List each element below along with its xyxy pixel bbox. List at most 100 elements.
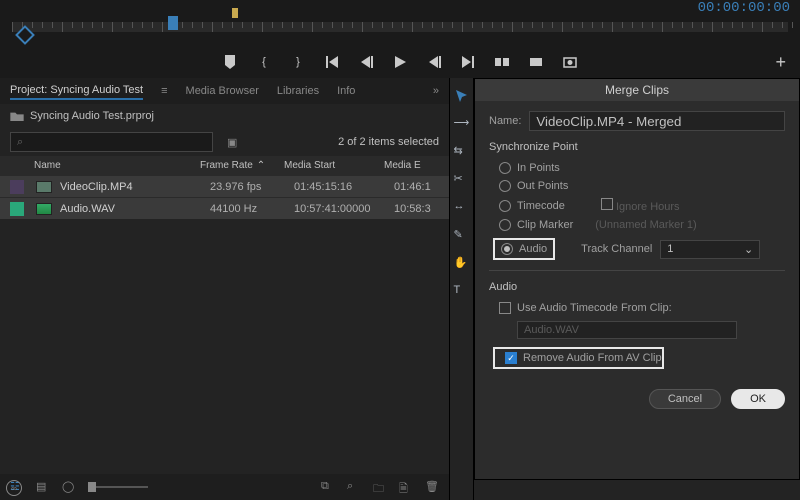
col-media-start[interactable]: Media Start (284, 160, 384, 171)
media-end: 01:46:1 (394, 181, 439, 193)
selection-count: 2 of 2 items selected (338, 136, 439, 148)
frame-rate: 44100 Hz (210, 203, 294, 215)
razor-tool-icon[interactable]: ✂ (454, 172, 470, 188)
mark-in-button[interactable]: { (256, 54, 272, 70)
sync-point-label: Synchronize Point (489, 141, 785, 153)
tab-libraries[interactable]: Libraries (277, 83, 319, 99)
media-end: 10:58:3 (394, 203, 439, 215)
panel-menu-icon[interactable]: ≡ (161, 85, 167, 97)
clip-name: Audio.WAV (60, 203, 210, 215)
tab-info[interactable]: Info (337, 83, 355, 99)
export-frame-icon[interactable] (562, 54, 578, 70)
radio-tc-label: Timecode (517, 200, 565, 212)
tab-media-browser[interactable]: Media Browser (186, 83, 259, 99)
radio-clip-marker[interactable] (499, 219, 511, 231)
col-media-end[interactable]: Media E (384, 160, 439, 171)
add-marker-icon[interactable] (222, 54, 238, 70)
name-label: Name: (489, 115, 521, 127)
bin-icon (10, 111, 24, 121)
trash-icon[interactable]: 🗑 (425, 480, 439, 494)
col-name[interactable]: Name (10, 160, 200, 171)
search-input[interactable]: ⌕ (10, 132, 213, 152)
table-row[interactable]: VideoClip.MP4 23.976 fps 01:45:15:16 01:… (0, 175, 449, 197)
search-field[interactable] (29, 135, 206, 150)
type-tool-icon[interactable]: T (454, 284, 470, 300)
media-start: 01:45:15:16 (294, 181, 394, 193)
play-button[interactable] (392, 54, 408, 70)
step-forward-button[interactable] (426, 54, 442, 70)
button-editor-add[interactable]: + (775, 52, 786, 73)
col-frame-rate[interactable]: Frame Rate⌃ (200, 160, 284, 171)
tab-project[interactable]: Project: Syncing Audio Test (10, 82, 143, 100)
cancel-button[interactable]: Cancel (649, 389, 721, 409)
ignore-hours-label: Ignore Hours (616, 201, 680, 213)
radio-in-points[interactable] (499, 162, 511, 174)
panel-tabs: Project: Syncing Audio Test ≡ Media Brow… (0, 78, 449, 104)
hand-tool-icon[interactable]: ✋ (454, 256, 470, 272)
radio-audio-label: Audio (519, 243, 547, 255)
label-swatch[interactable] (10, 180, 24, 194)
chevron-down-icon: ⌄ (744, 243, 753, 256)
name-field[interactable] (529, 111, 785, 131)
insert-icon[interactable] (494, 54, 510, 70)
source-timecode: 00:00:00:00 (698, 0, 790, 16)
search-icon: ⌕ (17, 136, 29, 148)
radio-out-label: Out Points (517, 180, 568, 192)
remove-audio-label: Remove Audio From AV Clip (523, 352, 662, 364)
checkbox-ignore-hours (601, 198, 613, 210)
timeline-ruler[interactable] (12, 22, 788, 48)
radio-timecode[interactable] (499, 200, 511, 212)
ok-button[interactable]: OK (731, 389, 785, 409)
sort-arrow-icon: ⌃ (257, 160, 265, 171)
ripple-tool-icon[interactable]: ⇆ (454, 144, 470, 160)
project-footer: ☷ ▤ ◯ ⧉ ⌕ 🗀 🗎 🗑 (0, 474, 449, 500)
label-swatch[interactable] (10, 202, 24, 216)
track-channel-dropdown[interactable]: 1⌄ (660, 240, 760, 259)
creative-cloud-icon[interactable]: ∞ (6, 480, 22, 496)
go-to-out-button[interactable] (460, 54, 476, 70)
merge-clips-dialog: Merge Clips Name: Synchronize Point In P… (474, 78, 800, 480)
marker-select: (Unnamed Marker 1) (595, 219, 696, 231)
new-item-icon[interactable]: 🗎 (399, 480, 413, 494)
dialog-title: Merge Clips (605, 83, 669, 97)
new-bin-icon[interactable]: 🗀 (373, 480, 387, 494)
project-filename: Syncing Audio Test.prproj (30, 110, 154, 122)
table-row[interactable]: Audio.WAV 44100 Hz 10:57:41:00000 10:58:… (0, 197, 449, 219)
ruler[interactable] (12, 22, 788, 32)
clip-thumbnail (36, 203, 52, 215)
media-start: 10:57:41:00000 (294, 203, 394, 215)
marker-amber[interactable] (232, 8, 238, 18)
project-panel: Project: Syncing Audio Test ≡ Media Brow… (0, 78, 450, 500)
use-audio-tc-label: Use Audio Timecode From Clip: (517, 302, 672, 314)
find-icon[interactable]: ⌕ (347, 480, 361, 494)
radio-out-points[interactable] (499, 180, 511, 192)
frame-rate: 23.976 fps (210, 181, 294, 193)
mark-out-button[interactable]: } (290, 54, 306, 70)
radio-marker-label: Clip Marker (517, 219, 573, 231)
tool-palette: ⟶ ⇆ ✂ ↔ ✎ ✋ T (450, 78, 474, 500)
marker-blue[interactable] (168, 16, 178, 30)
column-headers[interactable]: Name Frame Rate⌃ Media Start Media E (0, 156, 449, 175)
track-select-tool-icon[interactable]: ⟶ (454, 116, 470, 132)
clip-name: VideoClip.MP4 (60, 181, 210, 193)
selection-tool-icon[interactable] (454, 88, 470, 104)
clip-thumbnail (36, 181, 52, 193)
checkbox-remove-audio[interactable] (505, 352, 517, 364)
zoom-slider[interactable] (88, 486, 148, 488)
freeform-view-icon[interactable]: ◯ (62, 480, 76, 494)
tabs-overflow-icon[interactable]: » (433, 85, 439, 97)
auto-seq-icon[interactable]: ⧉ (321, 480, 335, 494)
dialog-titlebar[interactable]: Merge Clips (475, 79, 799, 101)
radio-audio[interactable] (501, 243, 513, 255)
pen-tool-icon[interactable]: ✎ (454, 228, 470, 244)
audio-clip-select: Audio.WAV (517, 321, 737, 339)
checkbox-use-audio-tc[interactable] (499, 302, 511, 314)
filter-bin-icon[interactable]: ▣ (227, 136, 241, 148)
slip-tool-icon[interactable]: ↔ (454, 200, 470, 216)
step-back-button[interactable] (358, 54, 374, 70)
go-to-in-button[interactable] (324, 54, 340, 70)
transport-controls: { } + (0, 48, 800, 76)
overwrite-icon[interactable] (528, 54, 544, 70)
audio-section-label: Audio (489, 281, 785, 293)
icon-view-icon[interactable]: ▤ (36, 480, 50, 494)
